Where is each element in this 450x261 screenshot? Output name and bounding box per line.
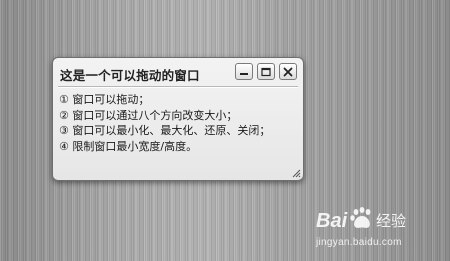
maximize-icon [261, 67, 271, 76]
baidu-jingyan-watermark: Bai 经验 jingyan.baidu.com [316, 203, 426, 255]
svg-text:Bai: Bai [316, 210, 348, 232]
minimize-icon [240, 72, 248, 75]
svg-text:经验: 经验 [376, 212, 406, 230]
content-line: ④ 限制窗口最小宽度/高度。 [59, 139, 198, 153]
close-button[interactable] [279, 63, 297, 80]
window-titlebar[interactable]: 这是一个可以拖动的窗口 [53, 58, 303, 86]
title-separator [58, 86, 298, 88]
window-title: 这是一个可以拖动的窗口 [60, 68, 200, 83]
close-icon [283, 67, 293, 76]
maximize-button[interactable] [257, 63, 275, 80]
minimize-button[interactable] [235, 63, 253, 80]
content-line: ③ 窗口可以最小化、最大化、还原、关闭； [59, 124, 271, 137]
window-controls [235, 63, 297, 80]
draggable-window[interactable]: 这是一个可以拖动的窗口 ① 窗口可以拖动； ② 窗口可以通过八个方向改变大小； … [52, 57, 304, 181]
resize-grip-icon[interactable] [291, 168, 301, 178]
content-line: ① 窗口可以拖动； [59, 93, 150, 106]
content-line: ② 窗口可以通过八个方向改变大小； [59, 108, 238, 122]
watermark-url: jingyan.baidu.com [316, 237, 402, 248]
window-content: ① 窗口可以拖动； ② 窗口可以通过八个方向改变大小； ③ 窗口可以最小化、最大… [59, 92, 297, 154]
desktop-background: 这是一个可以拖动的窗口 ① 窗口可以拖动； ② 窗口可以通过八个方向改变大小； … [0, 0, 450, 261]
baidu-logo-icon: Bai 经验 [316, 207, 406, 232]
